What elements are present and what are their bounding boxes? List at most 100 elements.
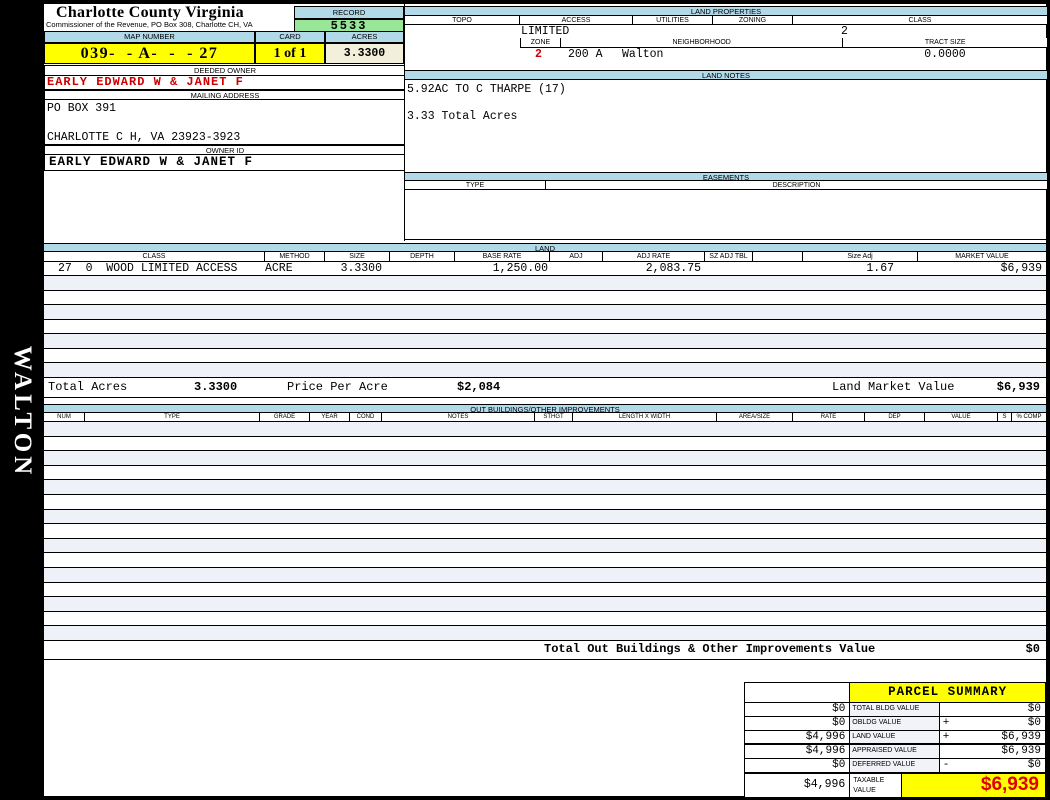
summary-row-total-bldg: $0 TOTAL BLDG VALUE $0 [745, 703, 1045, 717]
land-method-column-header: METHOD [265, 252, 325, 261]
county-subtitle: Commissioner of the Revenue, PO Box 308,… [46, 20, 253, 29]
land-section-bar: LAND [44, 243, 1046, 252]
out-buildings-section-bar: OUT BUILDINGS/OTHER IMPROVEMENTS [44, 404, 1046, 413]
parcel-summary-blank-cell [745, 683, 851, 702]
ob-year-column-header: YEAR [310, 413, 350, 421]
land-adj-value [550, 262, 603, 275]
out-buildings-total-value: $0 [1025, 642, 1040, 656]
ob-s-column-header: S [998, 413, 1012, 421]
ob-empty-row [44, 437, 1046, 452]
card-content: Charlotte County Virginia Commissioner o… [44, 4, 1047, 798]
ob-value-column-header: VALUE [925, 413, 998, 421]
deferred-left-value: $0 [745, 759, 851, 772]
ob-empty-row [44, 612, 1046, 627]
land-sz-adj-tbl-column-header: SZ ADJ TBL [705, 252, 753, 261]
summary-row-taxable: $4,996 TAXABLE VALUE $6,939 [745, 773, 1045, 797]
land-blank-value [753, 262, 803, 275]
land-note-line-2: 3.33 Total Acres [407, 110, 518, 123]
ob-empty-row [44, 538, 1046, 554]
land-market-value-total: $6,939 [996, 380, 1040, 394]
zone-value: 2 [535, 48, 542, 61]
land-adj-rate-value: 2,083.75 [645, 262, 701, 275]
address-line-2: CHARLOTTE C H, VA 23923-3923 [47, 131, 241, 144]
acres-value: 3.3300 [325, 43, 404, 64]
easements-empty-area [405, 190, 1047, 240]
land-data-row: 27 0 WOOD LIMITED ACCESS ACRE 3.3300 1,2… [44, 262, 1046, 276]
land-market-value-label: Land Market Value [832, 380, 955, 394]
tract-size-value: 0.0000 [924, 48, 966, 61]
land-empty-row [44, 276, 1046, 291]
acres-header: ACRES [325, 31, 404, 43]
ob-empty-row [44, 509, 1046, 525]
ob-cond-column-header: COND [350, 413, 382, 421]
address-line-1: PO BOX 391 [47, 102, 117, 115]
deeded-owner-name: EARLY EDWARD W & JANET F [44, 76, 405, 90]
neighborhood-column-header: NEIGHBORHOOD [561, 38, 844, 47]
land-empty-row [44, 291, 1046, 306]
zoning-column-header: ZONING [713, 16, 793, 24]
total-acres-value: 3.3300 [194, 380, 238, 394]
total-bldg-value: $0 [1027, 703, 1041, 715]
total-bldg-left-value: $0 [745, 703, 851, 716]
land-note-line-1: 5.92AC TO C THARPE (17) [407, 83, 566, 96]
land-market-value: $6,939 [1000, 262, 1042, 275]
land-properties-values: LIMITED 2 [405, 25, 1047, 38]
owner-id-section-bar: OWNER ID [44, 145, 405, 155]
map-number-value: 039- - A- - - 27 [44, 43, 255, 64]
ob-empty-row [44, 553, 1046, 568]
land-empty-row [44, 320, 1046, 335]
land-properties-column-headers: TOPO ACCESS UTILITIES ZONING CLASS [405, 16, 1047, 25]
ob-empty-row [44, 597, 1046, 612]
land-sign: + [942, 731, 950, 743]
mailing-address: PO BOX 391 CHARLOTTE C H, VA 23923-3923 [44, 100, 405, 145]
land-size-adj-value: 1.67 [866, 262, 894, 275]
land-size-value: 3.3300 [340, 262, 382, 275]
land-base-rate-column-header: BASE RATE [455, 252, 550, 261]
ob-rate-column-header: RATE [793, 413, 865, 421]
ob-dep-column-header: DEP [865, 413, 925, 421]
summary-row-land: $4,996 LAND VALUE + $6,939 [745, 731, 1045, 745]
land-depth-value [390, 262, 455, 275]
land-size-adj-column-header: Size Adj [803, 252, 918, 261]
easements-section-bar: EASEMENTS [405, 172, 1047, 181]
parcel-record-card: WALTON Charlotte County Virginia Commiss… [0, 0, 1050, 800]
neighborhood-name: Walton [622, 48, 664, 61]
zone-row-headers: ZONE NEIGHBORHOOD TRACT SIZE [520, 38, 1047, 48]
appraised-value: $6,939 [1001, 745, 1041, 757]
ob-empty-row [44, 524, 1046, 539]
taxable-label: TAXABLE VALUE [850, 774, 902, 797]
out-buildings-empty-rows [44, 422, 1046, 641]
county-header: Charlotte County Virginia Commissioner o… [44, 4, 294, 30]
parcel-summary-header-row: PARCEL SUMMARY [745, 683, 1045, 703]
land-sz-adj-tbl-value [705, 262, 753, 275]
ob-type-column-header: TYPE [85, 413, 260, 421]
land-column-headers: CLASS METHOD SIZE DEPTH BASE RATE ADJ AD… [44, 252, 1046, 262]
ob-empty-row [44, 567, 1046, 583]
obldg-sign: + [942, 717, 950, 729]
card-value: 1 of 1 [255, 43, 325, 64]
taxable-left-value: $4,996 [745, 774, 851, 797]
price-per-acre-label: Price Per Acre [287, 380, 388, 394]
ob-empty-row [44, 583, 1046, 598]
utilities-column-header: UTILITIES [633, 16, 713, 24]
appraised-label: APPRAISED VALUE [850, 745, 940, 758]
deferred-label: DEFERRED VALUE [850, 759, 940, 772]
land-method-value: ACRE [265, 262, 293, 275]
summary-row-appraised: $4,996 APPRAISED VALUE $6,939 [745, 745, 1045, 759]
total-bldg-sign [940, 703, 954, 716]
ob-notes-column-header: NOTES [382, 413, 535, 421]
ob-empty-row [44, 495, 1046, 510]
access-value: LIMITED [521, 25, 570, 38]
class-column-header: CLASS [908, 17, 932, 24]
deferred-sign: - [942, 759, 950, 771]
obldg-label: OBLDG VALUE [850, 717, 940, 730]
land-empty-row [44, 349, 1046, 364]
land-adj-column-header: ADJ [550, 252, 603, 261]
ob-area-size-column-header: AREA/SIZE [717, 413, 793, 421]
neighborhood-code: 200 A [568, 48, 603, 61]
ob-num-column-header: NUM [44, 413, 85, 421]
county-title: Charlotte County Virginia [56, 4, 244, 21]
total-bldg-label: TOTAL BLDG VALUE [850, 703, 940, 716]
out-buildings-total-row: Total Out Buildings & Other Improvements… [44, 641, 1046, 660]
access-column-header: ACCESS [520, 16, 633, 24]
